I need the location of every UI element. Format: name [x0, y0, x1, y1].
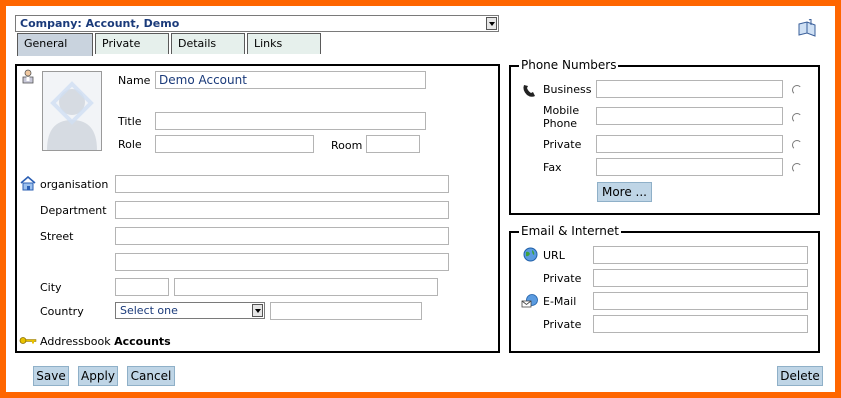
book-help-icon[interactable] [797, 19, 819, 39]
private-phone-field[interactable] [596, 135, 783, 153]
save-button[interactable]: Save [33, 366, 69, 386]
title-field[interactable] [155, 112, 426, 130]
addressbook-value: Accounts [114, 335, 171, 348]
street-field-2[interactable] [115, 253, 449, 271]
delete-button[interactable]: Delete [777, 366, 823, 386]
tab-details[interactable]: Details [171, 33, 245, 54]
city-field[interactable] [174, 278, 438, 296]
organisation-label: organisation [40, 178, 109, 191]
name-label: Name [118, 74, 151, 87]
fax-field[interactable] [596, 158, 783, 176]
email-private-label: Private [543, 318, 582, 331]
organisation-field[interactable] [115, 175, 449, 193]
country-select[interactable]: Select one [115, 302, 265, 319]
name-field[interactable]: Demo Account [155, 71, 426, 89]
email-label: E-Mail [543, 295, 577, 308]
key-icon [19, 337, 37, 344]
business-phone-field[interactable] [596, 80, 783, 98]
chevron-down-icon[interactable] [252, 304, 263, 317]
country-select-value: Select one [120, 304, 178, 317]
street-field[interactable] [115, 227, 449, 245]
room-label: Room [331, 139, 363, 152]
department-field[interactable] [115, 201, 449, 219]
email-private-field[interactable] [593, 315, 808, 333]
region-field[interactable] [270, 302, 422, 320]
avatar-placeholder-icon[interactable] [42, 71, 102, 151]
private-phone-label: Private [543, 138, 582, 151]
city-label: City [40, 281, 62, 294]
country-label: Country [40, 305, 84, 318]
call-icon[interactable] [792, 140, 802, 150]
role-field[interactable] [155, 135, 314, 153]
email-internet-legend: Email & Internet [519, 224, 621, 238]
tab-links[interactable]: Links [247, 33, 321, 54]
url-private-field[interactable] [593, 269, 808, 287]
call-icon[interactable] [792, 85, 802, 95]
phone-numbers-legend: Phone Numbers [519, 58, 619, 72]
department-label: Department [40, 204, 107, 217]
home-icon [20, 176, 36, 191]
title-label: Title [118, 115, 142, 128]
tab-private[interactable]: Private [95, 33, 169, 54]
email-field[interactable] [593, 292, 808, 310]
mobile-phone-label: Mobile Phone [543, 104, 580, 130]
more-phone-numbers-button[interactable]: More ... [597, 182, 652, 202]
fax-label: Fax [543, 161, 562, 174]
room-field[interactable] [366, 135, 420, 153]
role-label: Role [118, 138, 142, 151]
url-field[interactable] [593, 246, 808, 264]
chevron-down-icon[interactable] [486, 17, 497, 30]
tab-general[interactable]: General [17, 33, 93, 56]
call-icon[interactable] [792, 163, 802, 173]
email-icon [521, 294, 538, 308]
postal-code-field[interactable] [115, 278, 169, 296]
addressbook-label: Addressbook Accounts [40, 335, 171, 348]
phone-icon [523, 85, 535, 97]
company-select-value: Company: Account, Demo [20, 17, 180, 30]
url-private-label: Private [543, 272, 582, 285]
url-label: URL [543, 249, 565, 262]
apply-button[interactable]: Apply [78, 366, 118, 386]
street-label: Street [40, 230, 74, 243]
cancel-button[interactable]: Cancel [127, 366, 175, 386]
call-icon[interactable] [792, 113, 802, 123]
person-icon [22, 69, 34, 84]
mobile-phone-field[interactable] [596, 107, 783, 125]
business-phone-label: Business [543, 83, 592, 96]
company-select[interactable]: Company: Account, Demo [15, 15, 499, 32]
globe-icon [523, 247, 538, 262]
